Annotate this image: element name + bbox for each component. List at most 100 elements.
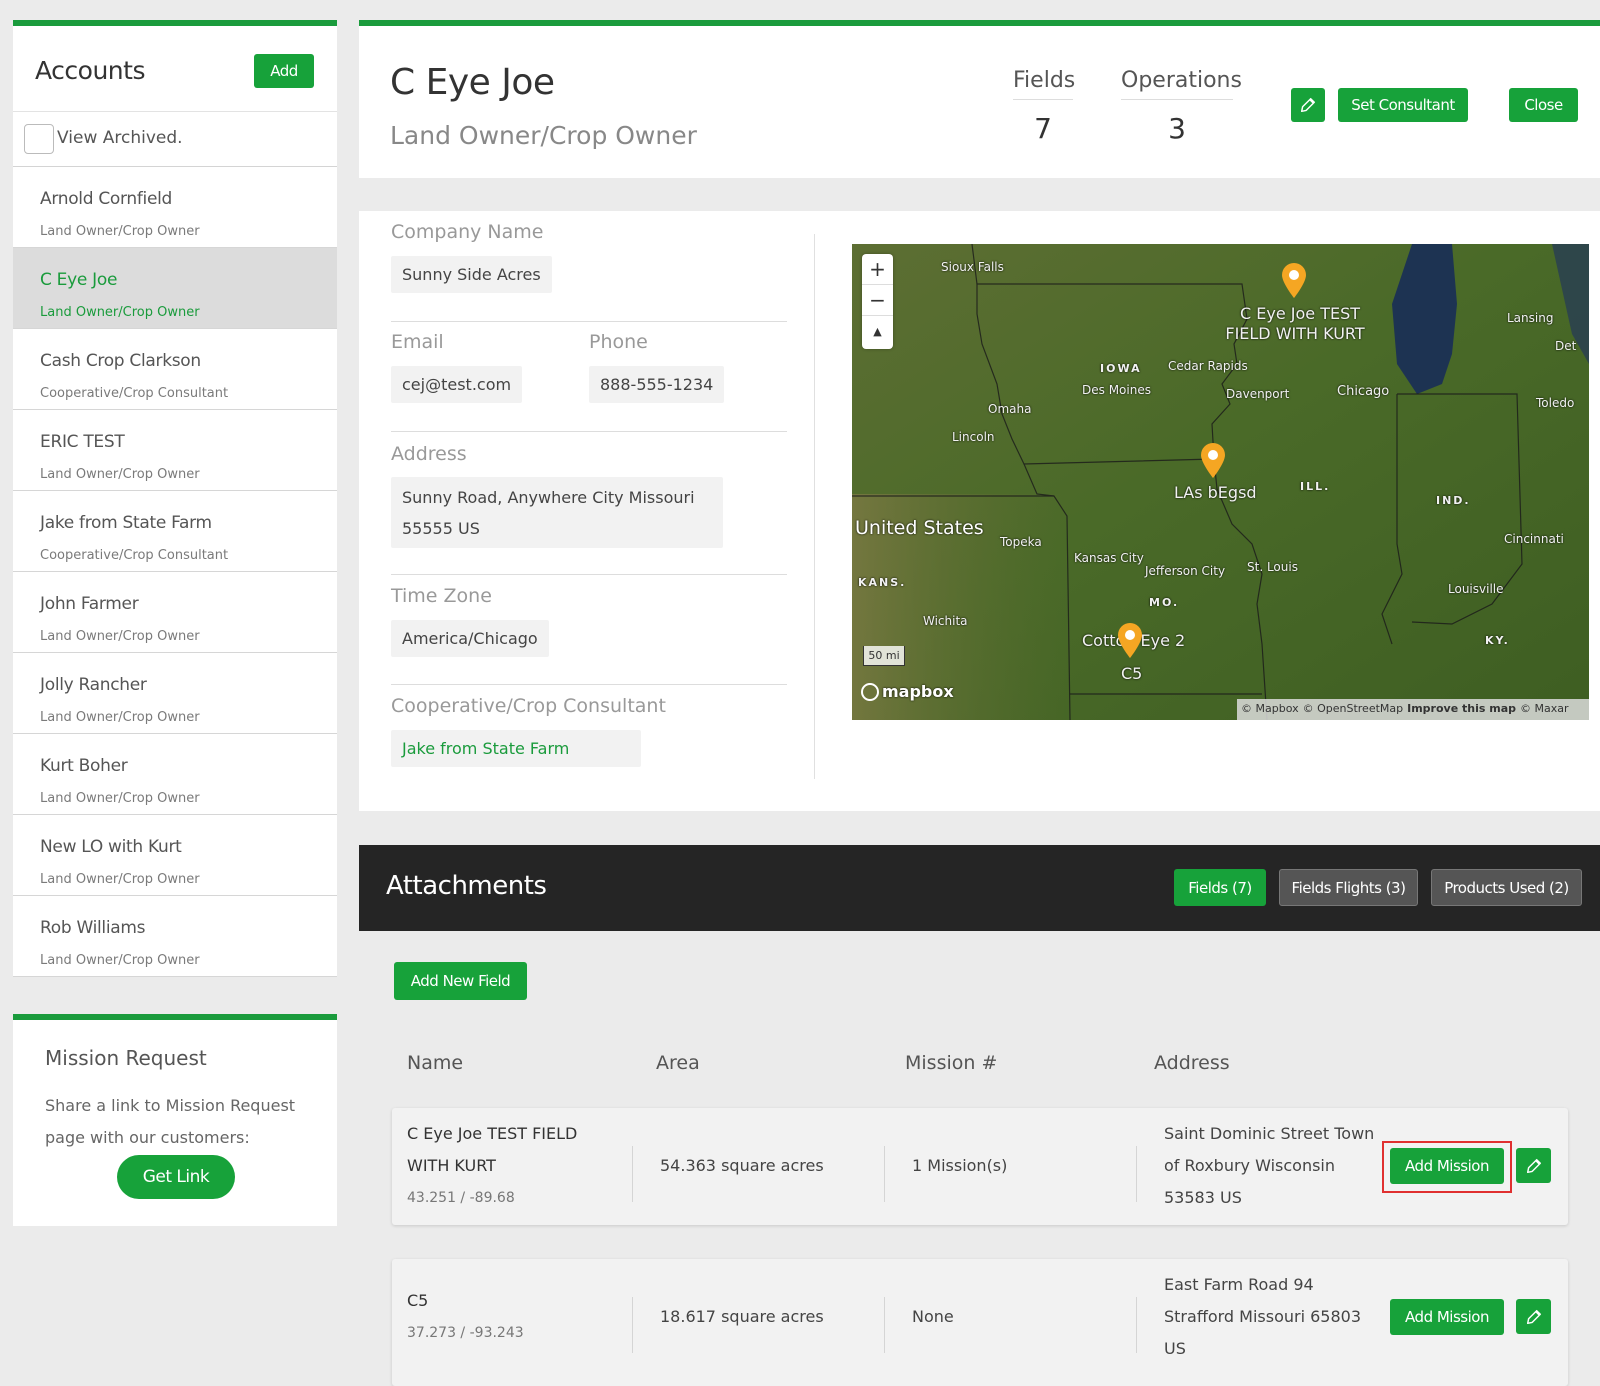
account-item-name: Jake from State Farm — [40, 513, 212, 533]
add-account-button[interactable]: Add — [254, 54, 314, 88]
close-button[interactable]: Close — [1509, 88, 1578, 122]
table-row: C5 37.273 / -93.243 18.617 square acres … — [392, 1259, 1568, 1386]
mission-request-text: Share a link to Mission Request page wit… — [45, 1096, 296, 1147]
map-attribution: © Mapbox © OpenStreetMap Improve this ma… — [1241, 702, 1569, 715]
attribution-maxar[interactable]: © Maxar — [1520, 702, 1569, 715]
column-header-area: Area — [656, 1052, 700, 1074]
map-label-louisville: Louisville — [1448, 582, 1504, 596]
marker-label-4: C5 — [1121, 664, 1143, 683]
field-area: 18.617 square acres — [660, 1307, 824, 1326]
map-label-toledo: Toledo — [1536, 396, 1575, 410]
account-item-name: C Eye Joe — [40, 270, 118, 290]
edit-field-button[interactable] — [1516, 1148, 1551, 1183]
account-list-item[interactable]: Arnold Cornfield Land Owner/Crop Owner — [13, 167, 337, 248]
account-list-item[interactable]: Kurt Boher Land Owner/Crop Owner — [13, 734, 337, 815]
consultant-label: Cooperative/Crop Consultant — [391, 695, 666, 717]
fields-map[interactable]: + − ▲ Sioux Falls Lansing Det IOWA Cedar… — [852, 244, 1589, 720]
divider — [391, 431, 787, 432]
marker-label-1: C Eye Joe TEST — [1240, 304, 1361, 323]
account-list-item[interactable]: Rob Williams Land Owner/Crop Owner — [13, 896, 337, 977]
attribution-mapbox[interactable]: © Mapbox — [1241, 702, 1299, 715]
map-label-sioux-falls: Sioux Falls — [941, 260, 1004, 274]
tab-products-used[interactable]: Products Used (2) — [1431, 869, 1582, 906]
account-list-item[interactable]: Cash Crop Clarkson Cooperative/Crop Consu… — [13, 329, 337, 410]
accounts-panel: Accounts Add View Archived. Arnold Cornf… — [13, 20, 337, 977]
mapbox-logo[interactable]: mapbox — [861, 682, 954, 701]
view-archived-checkbox[interactable] — [24, 124, 54, 154]
map-label-cedar-rapids: Cedar Rapids — [1168, 359, 1248, 373]
zoom-out-button[interactable]: − — [862, 285, 893, 316]
account-item-name: New LO with Kurt — [40, 837, 182, 857]
edit-account-button[interactable] — [1291, 88, 1325, 122]
account-list-item[interactable]: ERIC TEST Land Owner/Crop Owner — [13, 410, 337, 491]
marker-label-2: LAs bEgsd — [1174, 483, 1257, 502]
map-label-wichita: Wichita — [923, 614, 968, 628]
field-address-line-1: Saint Dominic Street Town — [1164, 1124, 1375, 1143]
map-label-ind: IND. — [1436, 494, 1471, 507]
map-label-kans: KANS. — [858, 576, 907, 589]
mapbox-logo-text: mapbox — [882, 682, 954, 701]
account-item-name: ERIC TEST — [40, 432, 125, 452]
tab-fields[interactable]: Fields (7) — [1174, 869, 1266, 906]
account-item-name: Jolly Rancher — [40, 675, 147, 695]
map-label-omaha: Omaha — [988, 402, 1032, 416]
field-address-line-2: of Roxbury Wisconsin — [1164, 1156, 1335, 1175]
map-label-det: Det — [1555, 339, 1577, 353]
map-label-kansas-city: Kansas City — [1074, 551, 1144, 565]
view-archived-label: View Archived. — [57, 128, 183, 148]
account-list-item[interactable]: John Farmer Land Owner/Crop Owner — [13, 572, 337, 653]
column-header-name: Name — [407, 1052, 464, 1074]
timezone-label: Time Zone — [391, 585, 492, 607]
map-label-st-louis: St. Louis — [1247, 560, 1298, 574]
account-item-role: Land Owner/Crop Owner — [40, 791, 200, 806]
field-address-line-1: East Farm Road 94 — [1164, 1275, 1314, 1294]
address-label: Address — [391, 443, 467, 465]
account-item-role: Land Owner/Crop Owner — [40, 467, 200, 482]
field-coords: 37.273 / -93.243 — [407, 1325, 524, 1341]
map-label-united-states: United States — [855, 517, 984, 539]
compass-button[interactable]: ▲ — [862, 316, 893, 347]
account-list-item[interactable]: New LO with Kurt Land Owner/Crop Owner — [13, 815, 337, 896]
attachments-title: Attachments — [386, 871, 547, 901]
field-area: 54.363 square acres — [660, 1156, 824, 1175]
field-missions: 1 Mission(s) — [912, 1156, 1008, 1175]
attachments-bar: Attachments Fields (7) Fields Flights (3… — [359, 845, 1600, 931]
map-label-des-moines: Des Moines — [1082, 383, 1151, 397]
cell-divider — [632, 1297, 633, 1353]
account-header: C Eye Joe Land Owner/Crop Owner Fields 7… — [359, 20, 1600, 178]
add-mission-button[interactable]: Add Mission — [1390, 1148, 1504, 1184]
account-item-role: Land Owner/Crop Owner — [40, 710, 200, 725]
consultant-link[interactable]: Jake from State Farm — [391, 730, 641, 767]
account-item-name: John Farmer — [40, 594, 139, 614]
account-list-item[interactable]: Jolly Rancher Land Owner/Crop Owner — [13, 653, 337, 734]
account-item-role: Land Owner/Crop Owner — [40, 953, 200, 968]
tab-fields-flights[interactable]: Fields Flights (3) — [1279, 869, 1418, 906]
field-marker-icon[interactable] — [1280, 261, 1308, 299]
map-label-ky: KY. — [1485, 634, 1510, 647]
field-address-line-3: US — [1164, 1339, 1186, 1358]
map-satellite-image — [852, 244, 1589, 720]
field-marker-icon[interactable] — [1199, 441, 1227, 479]
pencil-icon — [1526, 1309, 1541, 1324]
add-new-field-button[interactable]: Add New Field — [394, 962, 527, 1000]
map-label-iowa: IOWA — [1100, 362, 1142, 375]
view-archived-row: View Archived. — [13, 111, 337, 167]
account-list-item[interactable]: Jake from State Farm Cooperative/Crop Con… — [13, 491, 337, 572]
map-label-topeka: Topeka — [1000, 535, 1042, 549]
zoom-in-button[interactable]: + — [862, 254, 893, 285]
map-label-lansing: Lansing — [1507, 311, 1554, 325]
account-list-item[interactable]: C Eye Joe Land Owner/Crop Owner — [13, 248, 337, 329]
table-row: C Eye Joe TEST FIELD WITH KURT 43.251 / … — [392, 1108, 1568, 1225]
get-link-button[interactable]: Get Link — [117, 1155, 235, 1199]
edit-field-button[interactable] — [1516, 1299, 1551, 1334]
set-consultant-button[interactable]: Set Consultant — [1338, 88, 1468, 122]
attribution-osm[interactable]: © OpenStreetMap — [1303, 702, 1404, 715]
map-label-ill: ILL. — [1300, 480, 1331, 493]
cell-divider — [1136, 1297, 1137, 1353]
add-mission-button[interactable]: Add Mission — [1390, 1299, 1504, 1335]
marker-label-1b: FIELD WITH KURT — [1225, 324, 1365, 343]
field-marker-icon[interactable] — [1116, 621, 1144, 659]
cell-divider — [1136, 1146, 1137, 1202]
improve-map-link[interactable]: Improve this map — [1407, 702, 1516, 715]
pencil-icon — [1300, 97, 1316, 113]
